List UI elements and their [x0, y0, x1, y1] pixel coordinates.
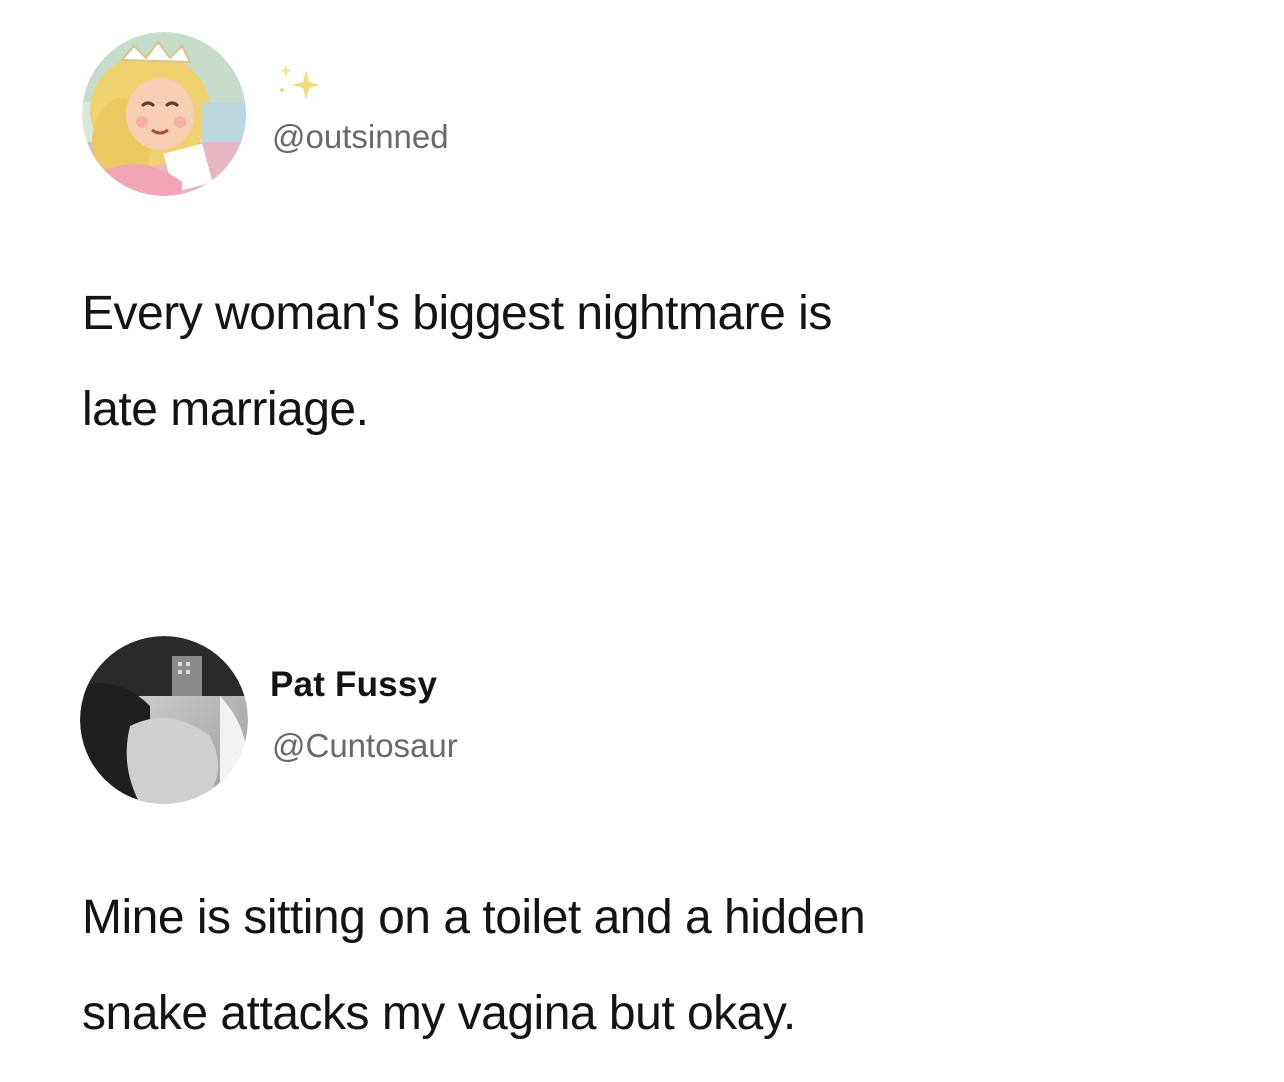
tweet-text: Every woman's biggest nightmare is late …: [82, 266, 1202, 458]
reply-tweet: Pat Fussy @Cuntosaur Mine is sitting on …: [0, 600, 1284, 1082]
tweet-text-line: late marriage.: [82, 383, 369, 436]
tweet-text-line: Mine is sitting on a toilet and a hidden: [82, 891, 866, 944]
photo-avatar-image: [80, 636, 248, 804]
original-tweet: @outsinned Every woman's biggest nightma…: [0, 0, 1284, 560]
sparkle-icon: [280, 64, 320, 100]
username-handle[interactable]: @outsinned: [272, 118, 449, 156]
cartoon-princess-avatar-image: [82, 32, 246, 196]
tweet-text-line: Every woman's biggest nightmare is: [82, 287, 832, 340]
avatar[interactable]: [82, 32, 246, 196]
username-handle[interactable]: @Cuntosaur: [272, 727, 458, 765]
display-name[interactable]: Pat Fussy: [270, 665, 437, 705]
tweet-text: Mine is sitting on a toilet and a hidden…: [82, 870, 1202, 1062]
avatar[interactable]: [80, 636, 248, 804]
tweet-text-line: snake attacks my vagina but okay.: [82, 987, 796, 1040]
